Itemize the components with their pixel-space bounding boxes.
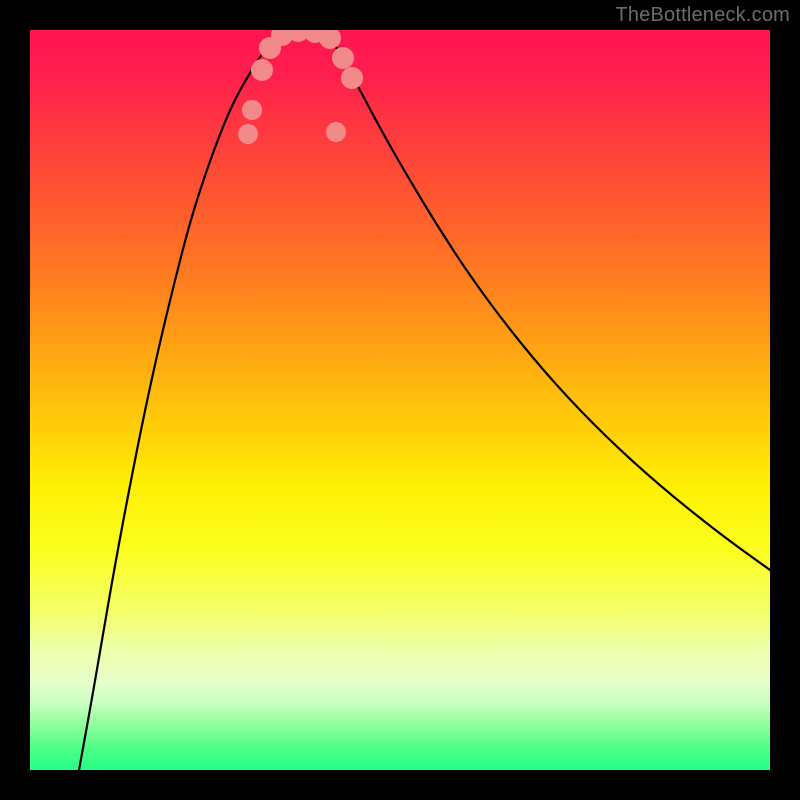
plot-area [30, 30, 770, 770]
chart-svg [30, 30, 770, 770]
marker-dot-1 [242, 100, 262, 120]
marker-dot-2 [251, 59, 273, 81]
marker-dot-10 [326, 122, 346, 142]
marker-dot-8 [332, 47, 354, 69]
curve-right-curve [328, 34, 770, 570]
marker-dot-7 [319, 30, 341, 49]
marker-dot-9 [341, 67, 363, 89]
curve-left-curve [79, 34, 278, 770]
marker-dot-0 [238, 124, 258, 144]
chart-frame: TheBottleneck.com [0, 0, 800, 800]
bottleneck-curves [79, 31, 770, 770]
watermark-text: TheBottleneck.com [615, 4, 790, 27]
valley-markers [238, 30, 363, 144]
